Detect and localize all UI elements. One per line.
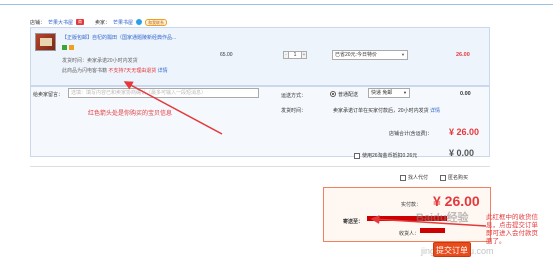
arrow-to-address <box>370 214 487 227</box>
arrow-to-item <box>123 81 223 135</box>
annotation-arrows <box>123 81 487 227</box>
